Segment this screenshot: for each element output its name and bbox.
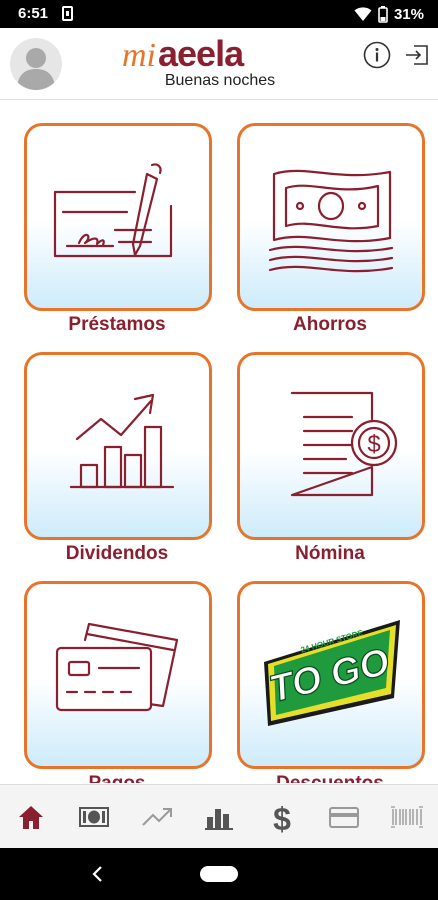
credit-cards-icon: [55, 622, 179, 712]
tile-nomina-label: Nómina: [295, 543, 365, 564]
logo-brand: aeela: [158, 33, 245, 72]
home-pill-button[interactable]: [200, 866, 238, 882]
notification-icon: [62, 6, 73, 21]
dollar-icon[interactable]: $: [264, 799, 300, 835]
battery-percent: 31%: [393, 5, 424, 23]
nav-banknote-icon[interactable]: [76, 799, 112, 835]
tile-descuentos[interactable]: TO GO 24 HOUR STORE: [237, 581, 425, 769]
info-icon[interactable]: [362, 40, 392, 70]
banknote-icon: [268, 169, 394, 273]
tile-dividendos[interactable]: [24, 352, 212, 540]
tile-ahorros[interactable]: [237, 123, 425, 311]
tile-pagos[interactable]: [24, 581, 212, 769]
status-time: 6:51: [18, 5, 49, 22]
card-icon[interactable]: [326, 799, 362, 835]
miaeela-logo: mi aeela: [122, 33, 246, 72]
greeting-text: Buenas noches: [164, 72, 276, 89]
trend-icon[interactable]: [139, 799, 175, 835]
growth-chart-icon: [69, 393, 175, 489]
tile-prestamos-label: Préstamos: [68, 314, 166, 335]
bar-chart-icon[interactable]: [201, 799, 237, 835]
check-signing-icon: [53, 163, 173, 258]
app-screen: mi aeela Buenas noches Préstamos Ahorros…: [0, 28, 438, 848]
home-icon[interactable]: [13, 799, 49, 835]
wifi-icon: [354, 7, 372, 21]
system-nav-bar: [0, 848, 438, 900]
tile-dividendos-label: Dividendos: [65, 543, 169, 564]
tile-ahorros-label: Ahorros: [293, 314, 367, 335]
back-icon[interactable]: [88, 864, 108, 884]
tile-descuentos-label: Descuentos: [220, 773, 438, 783]
logo-prefix: mi: [122, 37, 156, 72]
bottom-nav: $: [0, 784, 438, 848]
status-bar: 6:51 31%: [0, 0, 438, 28]
logout-icon[interactable]: [402, 40, 432, 70]
barcode-icon[interactable]: [389, 799, 425, 835]
app-header: mi aeela Buenas noches: [0, 28, 438, 100]
svg-text:$: $: [273, 801, 291, 835]
battery-icon: [378, 5, 388, 23]
payroll-document-icon: $: [290, 391, 398, 497]
tile-nomina[interactable]: $: [237, 352, 425, 540]
togo-store-logo: TO GO 24 HOUR STORE: [264, 620, 400, 726]
svg-text:$: $: [367, 431, 380, 458]
tile-pagos-label: Pagos: [7, 773, 227, 783]
tile-prestamos[interactable]: [24, 123, 212, 311]
status-indicators: 31%: [354, 4, 424, 24]
menu-grid: Préstamos Ahorros Dividendos $ Nómina TO…: [0, 101, 438, 783]
